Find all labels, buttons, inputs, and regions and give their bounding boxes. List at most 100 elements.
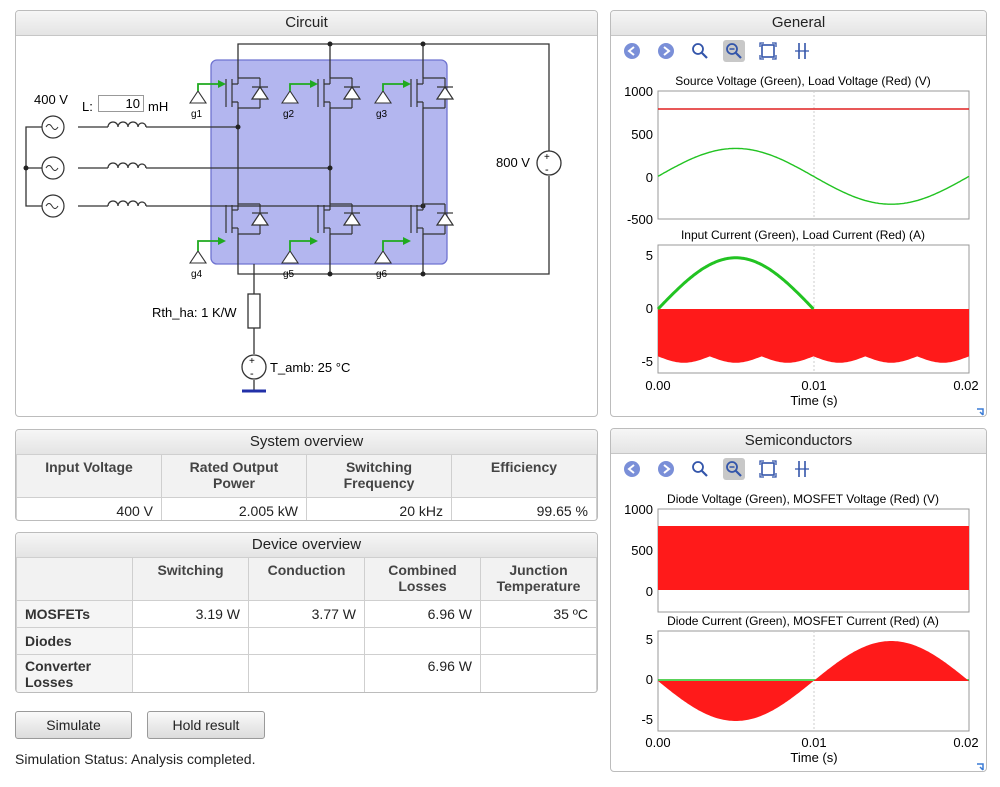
semiconductors-panel: Semiconductors Diode Voltage (Green), MO… — [610, 428, 987, 772]
forward-icon[interactable] — [655, 458, 677, 480]
plot-title: Diode Voltage (Green), MOSFET Voltage (R… — [667, 492, 939, 506]
y-tick: 0 — [646, 301, 653, 316]
x-axis-label: Time (s) — [790, 750, 837, 765]
zoom-out-icon[interactable] — [723, 458, 745, 480]
device-overview-panel: Device overview Switching Conduction Com… — [15, 532, 598, 693]
col-header: Combined Losses — [364, 557, 481, 601]
inductance-input[interactable] — [98, 95, 144, 112]
col-header: Rated Output Power — [161, 454, 307, 498]
gate-label-g4: g4 — [191, 269, 203, 280]
table-cell — [248, 654, 365, 692]
gate-label-g5: g5 — [283, 269, 295, 280]
table-row: Diodes — [16, 627, 597, 655]
plot-title: Input Current (Green), Load Current (Red… — [681, 228, 925, 242]
col-header: Input Voltage — [16, 454, 162, 498]
y-tick: 5 — [646, 248, 653, 263]
x-tick: 0.01 — [801, 735, 826, 750]
y-tick: 1000 — [624, 84, 653, 99]
inductance-unit: mH — [148, 99, 168, 114]
zoom-out-icon[interactable] — [723, 40, 745, 62]
fit-view-icon[interactable] — [757, 458, 779, 480]
gate-label-g3: g3 — [376, 109, 388, 120]
mosfet-voltage-band — [658, 526, 969, 590]
system-overview-table: Input Voltage Rated Output Power Switchi… — [16, 454, 597, 520]
plot-title: Source Voltage (Green), Load Voltage (Re… — [675, 74, 930, 88]
table-cell — [480, 654, 597, 692]
input-voltage-value: 400 V — [16, 497, 162, 520]
plot-title: Diode Current (Green), MOSFET Current (R… — [667, 614, 939, 628]
y-tick: 0 — [646, 170, 653, 185]
col-header: Efficiency — [451, 454, 597, 498]
col-header: Switching — [132, 557, 249, 601]
cursor-icon[interactable] — [791, 458, 813, 480]
gate-label-g2: g2 — [283, 109, 295, 120]
table-cell: 3.19 W — [132, 600, 249, 628]
table-cell: 35 ºC — [480, 600, 597, 628]
dc-voltage-label: 800 V — [496, 155, 530, 170]
x-axis-label: Time (s) — [790, 393, 837, 408]
row-label: Diodes — [16, 627, 133, 655]
simulate-button[interactable]: Simulate — [15, 711, 132, 739]
system-overview-title: System overview — [16, 430, 597, 455]
y-tick: -5 — [641, 712, 653, 727]
rth-label: Rth_ha: 1 K/W — [152, 305, 237, 320]
semiconductors-title: Semiconductors — [611, 429, 986, 454]
zoom-icon[interactable] — [689, 40, 711, 62]
general-plots: Source Voltage (Green), Load Voltage (Re… — [624, 74, 984, 416]
general-title: General — [611, 11, 986, 36]
tamb-label: T_amb: 25 °C — [270, 360, 350, 375]
forward-icon[interactable] — [655, 40, 677, 62]
x-tick: 0.02 — [953, 378, 978, 393]
fit-view-icon[interactable] — [757, 40, 779, 62]
table-cell — [480, 627, 597, 655]
zoom-icon[interactable] — [689, 458, 711, 480]
table-cell — [132, 627, 249, 655]
row-label: Converter Losses — [16, 654, 133, 692]
svg-text:+: + — [249, 356, 255, 367]
semiconductor-plots: Diode Voltage (Green), MOSFET Voltage (R… — [624, 492, 984, 771]
y-tick: 0 — [646, 584, 653, 599]
table-row: Converter Losses 6.96 W — [16, 654, 597, 692]
back-icon[interactable] — [621, 458, 643, 480]
table-row: MOSFETs 3.19 W 3.77 W 6.96 W 35 ºC — [16, 600, 597, 628]
y-tick: -500 — [627, 212, 653, 227]
circuit-title: Circuit — [16, 11, 597, 36]
col-header — [16, 557, 133, 601]
cursor-icon[interactable] — [791, 40, 813, 62]
table-cell: 6.96 W — [364, 654, 481, 692]
col-header: Conduction — [248, 557, 365, 601]
resize-handle-icon[interactable] — [977, 763, 984, 771]
gate-label-g6: g6 — [376, 269, 388, 280]
table-cell: 6.96 W — [364, 600, 481, 628]
inverter-module — [210, 59, 448, 265]
efficiency-value: 99.65 % — [451, 497, 597, 520]
inductance-label: L: — [82, 99, 93, 114]
hold-result-button[interactable]: Hold result — [147, 711, 265, 739]
x-tick: 0.02 — [953, 735, 978, 750]
row-label: MOSFETs — [16, 600, 133, 628]
y-tick: -5 — [641, 354, 653, 369]
table-cell — [248, 627, 365, 655]
table-cell: 3.77 W — [248, 600, 365, 628]
y-tick: 5 — [646, 632, 653, 647]
back-icon[interactable] — [621, 40, 643, 62]
y-tick: 500 — [631, 543, 653, 558]
x-tick: 0.00 — [645, 378, 670, 393]
table-cell — [132, 654, 249, 692]
x-tick: 0.00 — [645, 735, 670, 750]
svg-text:-: - — [545, 164, 549, 176]
circuit-schematic: +- +- 400 V L: mH 800 V g1 g2 g3 g4 g5 g… — [23, 41, 562, 393]
col-header: Junction Temperature — [480, 557, 597, 601]
general-toolbar — [611, 36, 986, 66]
device-overview-title: Device overview — [16, 533, 597, 558]
general-panel: General Source Voltage (Green), Load Vol… — [610, 10, 987, 417]
x-tick: 0.01 — [801, 378, 826, 393]
source-voltage-label: 400 V — [34, 92, 68, 107]
system-overview-panel: System overview Input Voltage Rated Outp… — [15, 429, 598, 521]
resize-handle-icon[interactable] — [977, 408, 984, 416]
ac-source-icon — [41, 115, 65, 218]
output-power-value: 2.005 kW — [161, 497, 307, 520]
gate-label-g1: g1 — [191, 109, 203, 120]
svg-text:-: - — [250, 368, 254, 380]
table-cell — [364, 627, 481, 655]
